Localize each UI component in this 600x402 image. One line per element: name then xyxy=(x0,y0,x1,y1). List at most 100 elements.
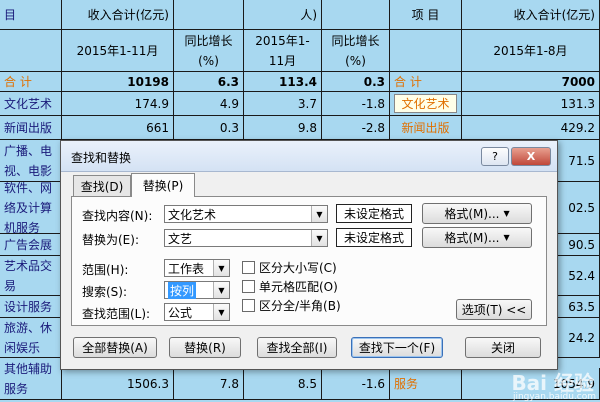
checkbox-box xyxy=(242,261,255,274)
row-label[interactable]: 旅游、休闲娱乐 xyxy=(0,318,62,358)
right-label-cell[interactable]: 文化艺术 xyxy=(390,92,462,116)
cell-value[interactable]: 71.5 xyxy=(556,140,600,182)
cell-value[interactable]: 429.2 xyxy=(462,116,600,140)
find-value: 文化艺术 xyxy=(168,207,217,222)
header-period-3[interactable]: 2015年1-8月 xyxy=(462,30,600,72)
cell-value[interactable]: 1506.3 xyxy=(62,368,174,400)
header-cell-persons[interactable]: 人) xyxy=(244,0,322,30)
header-growth-2[interactable]: 同比增长(%) xyxy=(322,30,390,72)
header-cell-revenue[interactable]: 收入合计(亿元) xyxy=(62,0,174,30)
dialog-title: 查找和替换 xyxy=(71,151,132,165)
cell-value[interactable]: 4.9 xyxy=(174,92,244,116)
help-button[interactable]: ? xyxy=(481,147,509,166)
tab-find[interactable]: 查找(D) xyxy=(73,175,131,197)
row-label[interactable]: 设计服务 xyxy=(0,296,62,318)
row-label[interactable]: 文化艺术 xyxy=(0,92,62,116)
options-button[interactable]: 选项(T) << xyxy=(456,299,532,320)
caret-down-icon: ▼ xyxy=(503,233,510,242)
find-label: 查找内容(N): xyxy=(82,209,153,223)
header-period-1[interactable]: 2015年1-11月 xyxy=(62,30,174,72)
row-label-total[interactable]: 合 计 xyxy=(0,72,62,92)
scope-value: 工作表 xyxy=(168,261,205,276)
empty-cell[interactable] xyxy=(0,30,62,72)
cell-value[interactable]: 7.8 xyxy=(174,368,244,400)
find-next-button[interactable]: 查找下一个(F) xyxy=(351,337,443,358)
replace-button[interactable]: 替换(R) xyxy=(169,337,241,358)
header-cell-blank[interactable] xyxy=(174,0,244,30)
header-period-2[interactable]: 2015年1-11月 xyxy=(244,30,322,72)
close-dialog-button[interactable]: 关闭 xyxy=(465,337,541,358)
find-format-label: 格式(M)... xyxy=(444,207,500,221)
close-button[interactable]: X xyxy=(511,147,551,166)
right-label[interactable]: 服务 xyxy=(390,368,462,400)
scope-label: 范围(H): xyxy=(82,263,129,277)
match-case-label: 区分大小写(C) xyxy=(259,261,337,275)
header-cell-project[interactable]: 项 目 xyxy=(390,0,462,30)
right-label-total[interactable]: 合 计 xyxy=(390,72,462,92)
cell-value[interactable]: 3.7 xyxy=(244,92,322,116)
chevron-down-icon[interactable]: ▼ xyxy=(213,304,229,320)
cell-value[interactable]: 131.3 xyxy=(462,92,600,116)
search-label: 搜索(S): xyxy=(82,285,128,299)
cell-value[interactable]: -2.8 xyxy=(322,116,390,140)
header-cell-item[interactable]: 目 xyxy=(0,0,62,30)
checkbox-box xyxy=(242,299,255,312)
chevron-down-icon[interactable]: ▼ xyxy=(213,260,229,276)
tab-replace[interactable]: 替换(P) xyxy=(131,173,195,197)
match-cell-checkbox[interactable]: 单元格匹配(O) xyxy=(242,278,338,295)
checkbox-box xyxy=(242,280,255,293)
find-replace-dialog: 查找和替换 ? X 查找(D) 替换(P) 查找内容(N): 文化艺术 ▼ 未设… xyxy=(60,140,558,370)
cell-value[interactable]: -1.6 xyxy=(322,368,390,400)
search-select[interactable]: 按列 ▼ xyxy=(164,281,230,299)
find-all-button[interactable]: 查找全部(I) xyxy=(257,337,337,358)
cell-value[interactable]: 10198 xyxy=(62,72,174,92)
cell-value[interactable]: 661 xyxy=(62,116,174,140)
search-value: 按列 xyxy=(168,281,197,299)
cell-value[interactable]: 52.4 xyxy=(556,256,600,296)
find-input[interactable]: 文化艺术 ▼ xyxy=(164,205,328,223)
cell-value[interactable]: 90.5 xyxy=(556,234,600,256)
cell-value[interactable]: 7000 xyxy=(462,72,600,92)
replace-label: 替换为(E): xyxy=(82,233,139,247)
cell-value[interactable]: 113.4 xyxy=(244,72,322,92)
row-label[interactable]: 广播、电视、电影 xyxy=(0,140,62,182)
right-label[interactable]: 新闻出版 xyxy=(390,116,462,140)
header-cell-blank2[interactable] xyxy=(322,0,390,30)
cell-value[interactable]: 63.5 xyxy=(556,296,600,318)
scope-select[interactable]: 工作表 ▼ xyxy=(164,259,230,277)
replace-format-label: 格式(M)... xyxy=(444,231,500,245)
cell-value[interactable]: -1.8 xyxy=(322,92,390,116)
cell-value[interactable]: 174.9 xyxy=(62,92,174,116)
lookin-select[interactable]: 公式 ▼ xyxy=(164,303,230,321)
row-label[interactable]: 新闻出版 xyxy=(0,116,62,140)
cell-value[interactable]: 6.3 xyxy=(174,72,244,92)
chevron-down-icon[interactable]: ▼ xyxy=(311,230,327,246)
replace-all-button[interactable]: 全部替换(A) xyxy=(73,337,157,358)
row-label[interactable]: 广告会展 xyxy=(0,234,62,256)
dialog-titlebar[interactable]: 查找和替换 ? X xyxy=(61,141,557,172)
match-width-checkbox[interactable]: 区分全/半角(B) xyxy=(242,297,341,314)
chevron-down-icon[interactable]: ▼ xyxy=(213,282,229,298)
lookin-value: 公式 xyxy=(168,305,193,320)
cell-value[interactable]: 02.5 xyxy=(556,182,600,234)
cell-value[interactable]: 24.2 xyxy=(556,318,600,358)
row-label[interactable]: 软件、网络及计算机服务 xyxy=(0,182,62,234)
header-cell-revenue-right[interactable]: 收入合计(亿元) xyxy=(462,0,600,30)
find-format-preview: 未设定格式 xyxy=(336,204,412,223)
find-format-button[interactable]: 格式(M)... ▼ xyxy=(422,203,532,224)
replace-input[interactable]: 文艺 ▼ xyxy=(164,229,328,247)
cell-value[interactable]: 8.5 xyxy=(244,368,322,400)
cell-value[interactable]: 0.3 xyxy=(322,72,390,92)
row-label[interactable]: 艺术品交易 xyxy=(0,256,62,296)
replace-format-button[interactable]: 格式(M)... ▼ xyxy=(422,227,532,248)
replace-panel: 查找内容(N): 文化艺术 ▼ 未设定格式 格式(M)... ▼ 替换为(E):… xyxy=(71,196,547,326)
chevron-down-icon[interactable]: ▼ xyxy=(311,206,327,222)
match-cell-label: 单元格匹配(O) xyxy=(259,280,338,294)
lookin-label: 查找范围(L): xyxy=(82,307,151,321)
header-growth-1[interactable]: 同比增长(%) xyxy=(174,30,244,72)
row-label[interactable]: 其他辅助服务 xyxy=(0,358,62,400)
match-case-checkbox[interactable]: 区分大小写(C) xyxy=(242,259,337,276)
cell-value[interactable]: 0.3 xyxy=(174,116,244,140)
cell-value[interactable]: 9.8 xyxy=(244,116,322,140)
empty-cell[interactable] xyxy=(390,30,462,72)
